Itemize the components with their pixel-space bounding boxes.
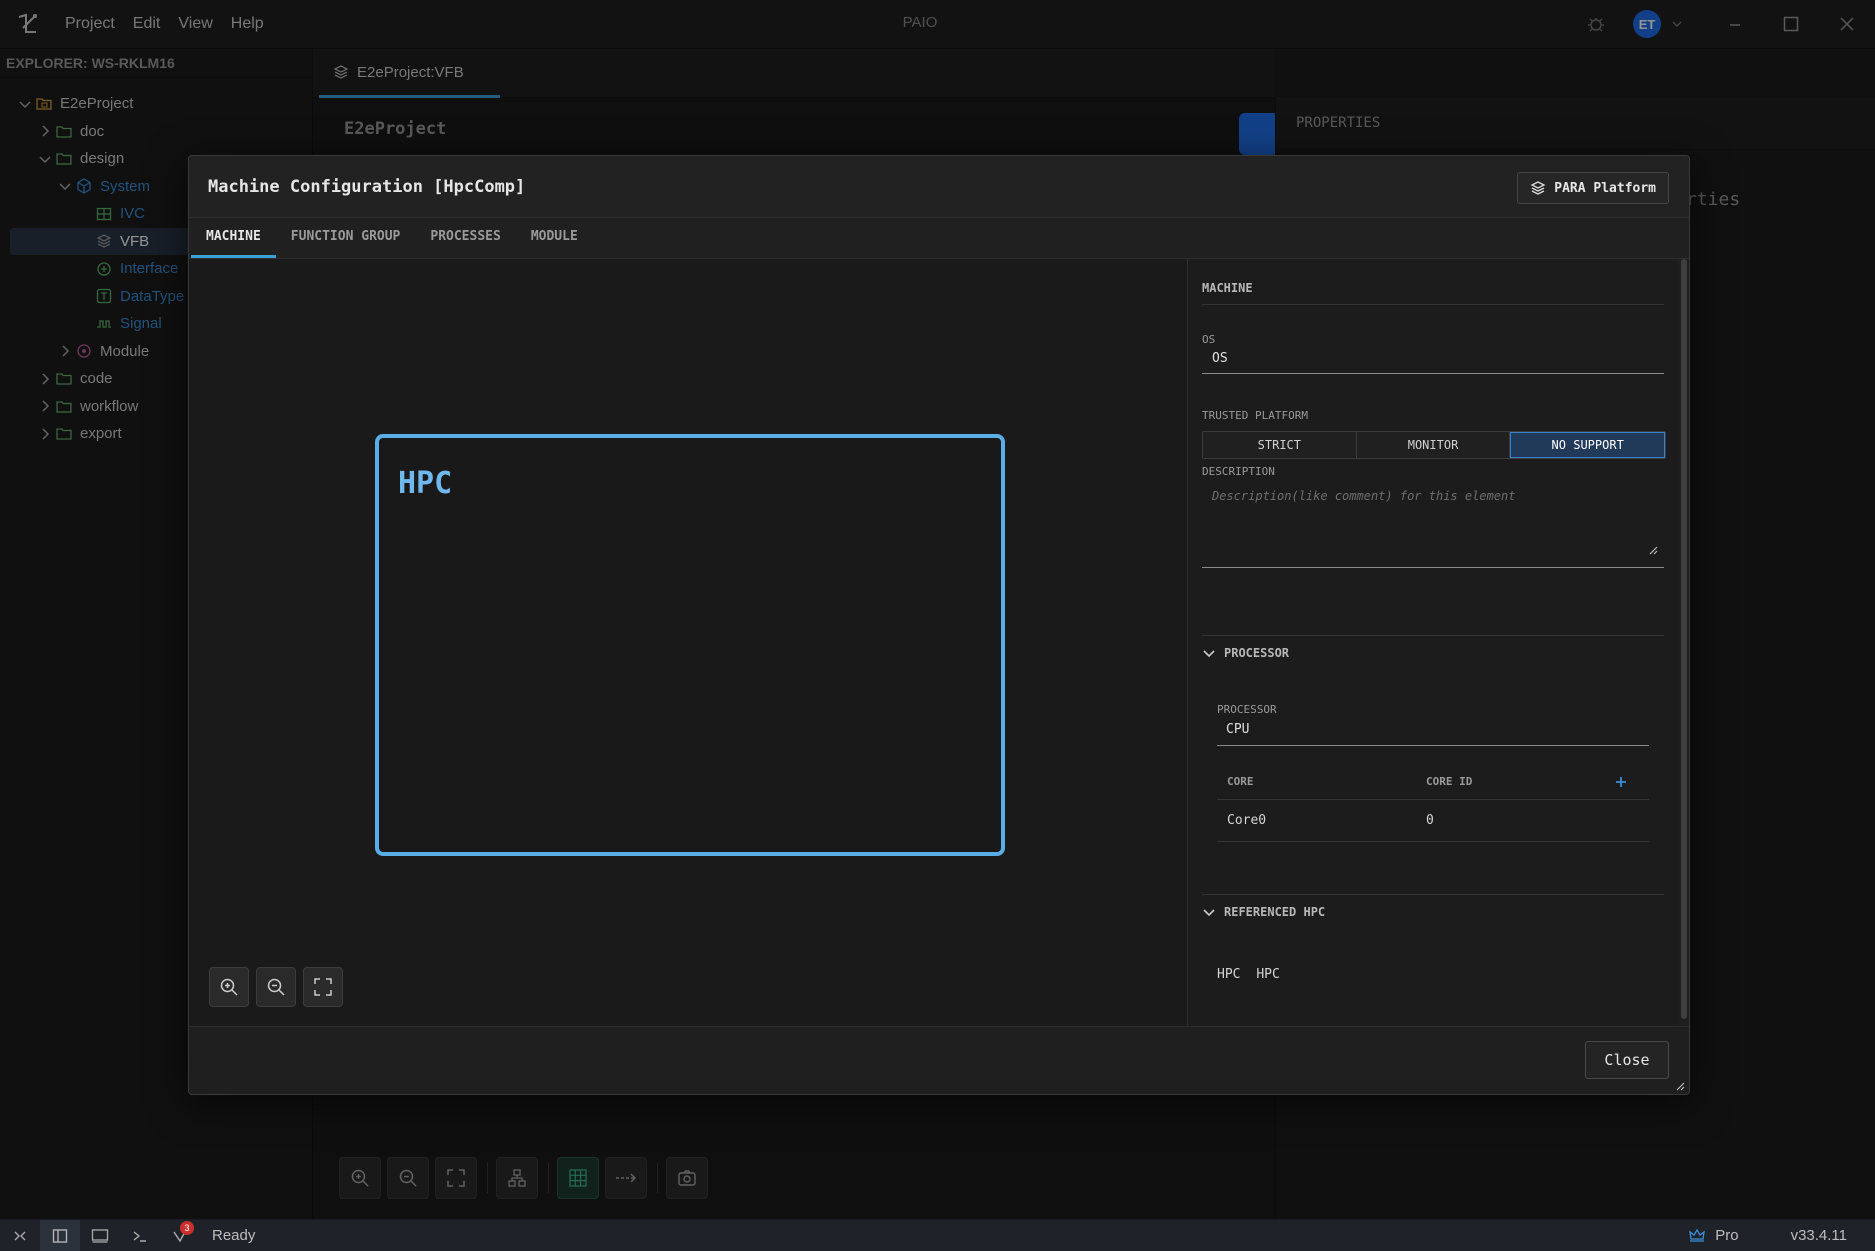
panel-toggle-icon[interactable] <box>80 1220 120 1251</box>
remote-icon[interactable] <box>0 1220 40 1251</box>
canvas-zoom-out-button[interactable] <box>256 967 296 1007</box>
trusted-platform-selector: STRICT MONITOR NO SUPPORT <box>1202 431 1666 459</box>
plan-label: Pro <box>1715 1227 1739 1244</box>
processor-section-header[interactable]: PROCESSOR <box>1202 643 1289 663</box>
hpc-node[interactable]: HPC <box>375 434 1005 856</box>
tab-function-group[interactable]: FUNCTION GROUP <box>276 218 416 258</box>
processor-field[interactable]: CPU <box>1217 717 1649 746</box>
notification-badge: 3 <box>180 1221 194 1235</box>
trusted-platform-no-support[interactable]: NO SUPPORT <box>1510 432 1666 458</box>
referenced-hpc-section-title: REFERENCED HPC <box>1224 905 1326 919</box>
fullscreen-icon <box>314 978 332 996</box>
trusted-platform-label: TRUSTED PLATFORM <box>1202 409 1308 422</box>
chevron-down-icon <box>1203 650 1215 658</box>
terminal-icon[interactable] <box>120 1220 160 1251</box>
description-placeholder: Description(like comment) for this eleme… <box>1212 489 1516 503</box>
resize-handle-icon[interactable] <box>1648 545 1658 555</box>
layers-icon <box>1530 181 1546 195</box>
status-bar: 3 Ready Pro v33.4.11 <box>0 1219 1875 1251</box>
zoom-in-icon <box>220 978 238 996</box>
add-core-icon[interactable] <box>1615 776 1627 788</box>
dialog-tabs: MACHINE FUNCTION GROUP PROCESSES MODULE <box>189 218 1689 259</box>
processor-section-title: PROCESSOR <box>1224 646 1290 660</box>
referenced-hpc-name: HPC <box>1256 967 1280 982</box>
tab-module[interactable]: MODULE <box>516 218 593 258</box>
core-id-column-header: CORE ID <box>1426 775 1473 788</box>
canvas-zoom-in-button[interactable] <box>209 967 249 1007</box>
description-label: DESCRIPTION <box>1202 465 1275 478</box>
form-scrollbar[interactable] <box>1681 259 1687 1019</box>
referenced-hpc-section-header[interactable]: REFERENCED HPC <box>1202 902 1325 922</box>
machine-properties-form: MACHINE OS OS TRUSTED PLATFORM STRICT MO… <box>1188 259 1678 1026</box>
para-platform-button[interactable]: PARA Platform <box>1517 172 1669 204</box>
close-button[interactable]: Close <box>1585 1041 1669 1079</box>
tab-processes[interactable]: PROCESSES <box>415 218 515 258</box>
processor-value: CPU <box>1226 722 1250 737</box>
core-cell: Core0 <box>1227 813 1267 828</box>
os-label: OS <box>1202 333 1216 346</box>
machine-section-title: MACHINE <box>1202 281 1253 295</box>
version-label: v33.4.11 <box>1790 1227 1847 1244</box>
os-field[interactable]: OS <box>1202 347 1664 374</box>
canvas-fit-button[interactable] <box>303 967 343 1007</box>
trusted-platform-strict[interactable]: STRICT <box>1203 432 1357 458</box>
trusted-platform-monitor[interactable]: MONITOR <box>1356 432 1511 458</box>
referenced-hpc-type: HPC <box>1217 967 1241 982</box>
description-textarea[interactable]: Description(like comment) for this eleme… <box>1202 481 1664 568</box>
core-column-header: CORE <box>1227 775 1254 788</box>
crown-icon <box>1689 1228 1706 1242</box>
hpc-node-label: HPC <box>398 466 453 501</box>
canvas-zoom-tools <box>209 967 350 1007</box>
dialog-footer: Close <box>189 1026 1689 1094</box>
machine-configuration-dialog: Machine Configuration [HpcComp] PARA Pla… <box>188 155 1690 1095</box>
dialog-title: Machine Configuration [HpcComp] <box>208 177 526 197</box>
chevron-down-icon <box>1203 909 1215 917</box>
dialog-resize-icon[interactable] <box>1675 1081 1685 1091</box>
os-value: OS <box>1212 351 1228 366</box>
tab-machine[interactable]: MACHINE <box>191 218 276 258</box>
status-text: Ready <box>212 1227 256 1244</box>
sidebar-toggle-icon[interactable] <box>40 1220 80 1251</box>
referenced-hpc-item[interactable]: HPC HPC <box>1217 967 1280 982</box>
check-icon[interactable]: 3 <box>160 1220 200 1251</box>
zoom-out-icon <box>267 978 285 996</box>
processor-label: PROCESSOR <box>1217 703 1277 716</box>
para-platform-label: PARA Platform <box>1554 180 1656 196</box>
core-id-cell: 0 <box>1426 813 1434 828</box>
machine-canvas[interactable]: HPC <box>189 259 1188 1026</box>
